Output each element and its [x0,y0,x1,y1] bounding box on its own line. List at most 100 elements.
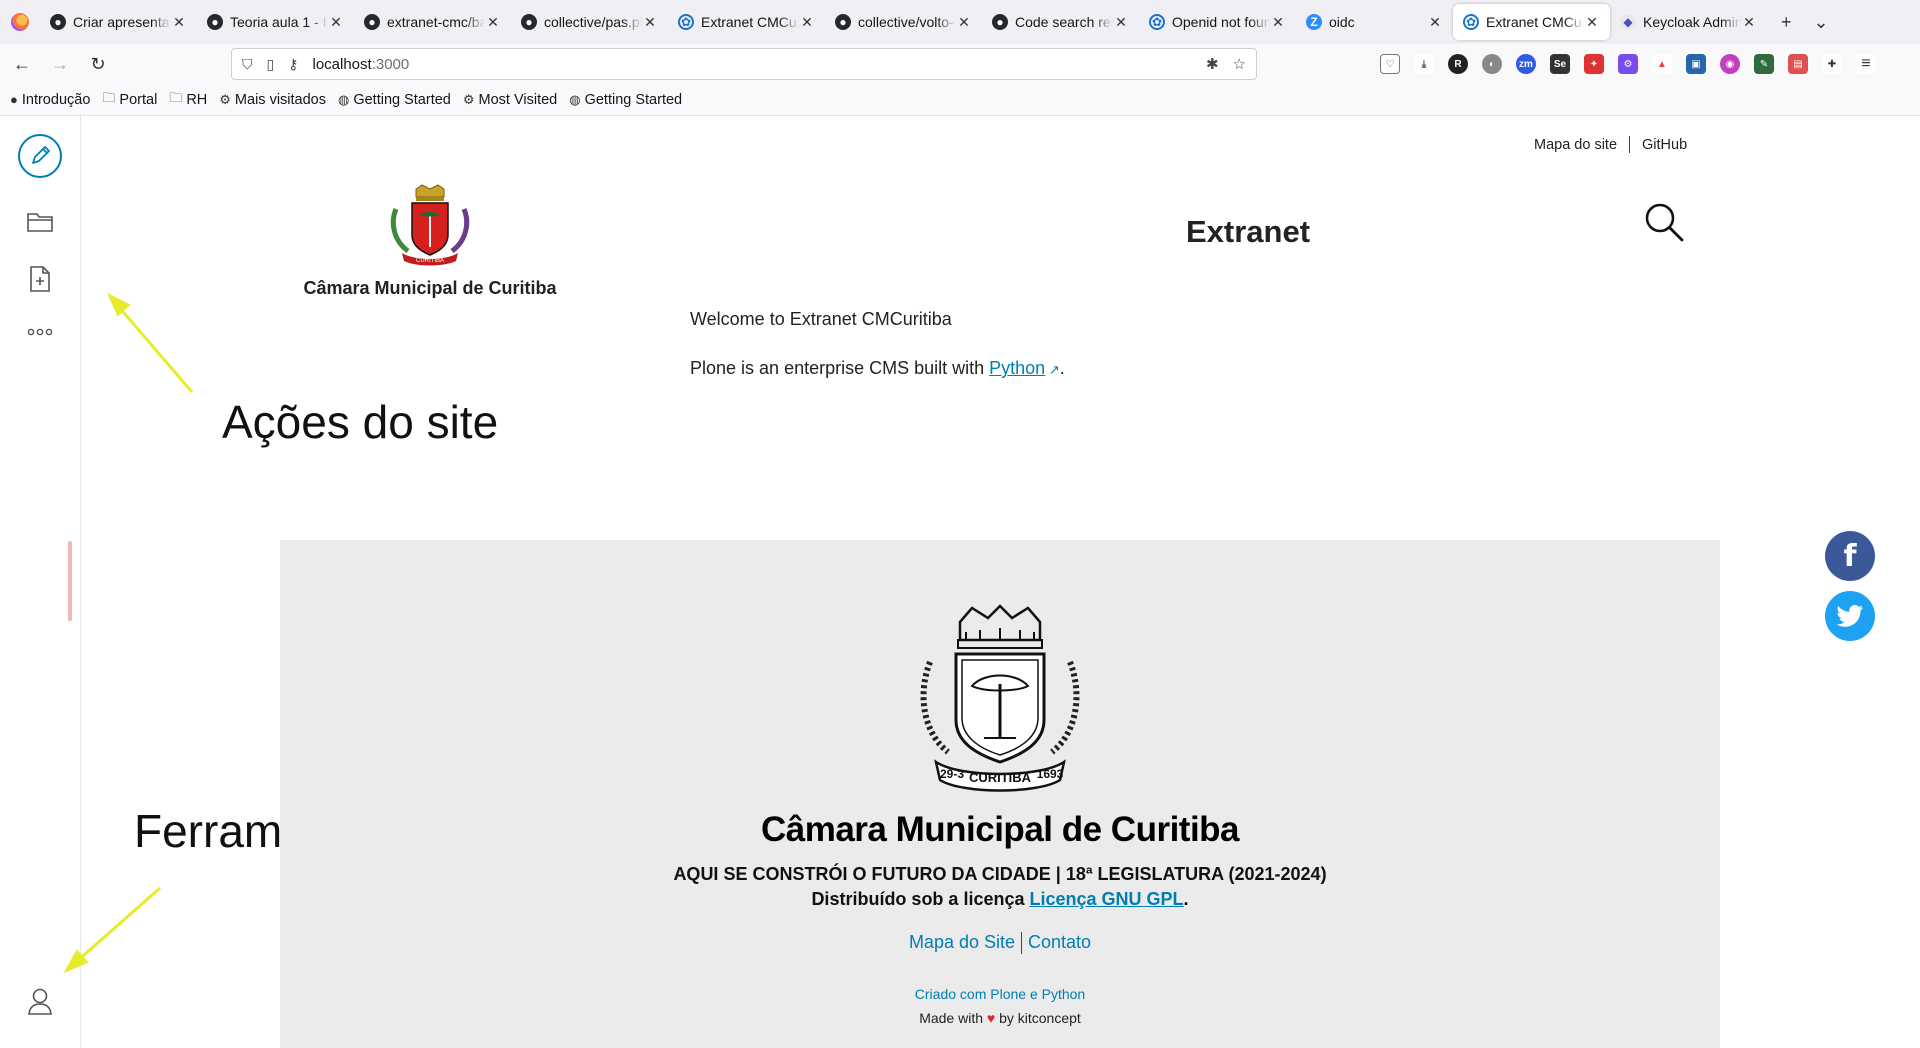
browser-tab[interactable]: ◆ Keycloak Admin ✕ [1610,4,1767,40]
user-icon [28,988,52,1015]
reload-icon[interactable]: ↻ [82,48,114,80]
bookmark-item[interactable]: 🗀 Portal [102,89,157,111]
bookmark-item[interactable]: ⚙ Most Visited [463,92,557,108]
browser-tab[interactable]: ✿ Openid not found ✕ [1139,4,1296,40]
extension-orange-icon[interactable]: ▤ [1788,54,1808,74]
bookmark-item[interactable]: 🗀 RH [169,89,207,111]
bug-icon[interactable]: ✱ [1206,55,1219,73]
close-icon[interactable]: ✕ [171,14,187,31]
site-action-sitemap[interactable]: Mapa do site [1534,137,1617,153]
tab-title: collective/pas.plugins [544,14,642,30]
github-icon: ● [364,14,380,30]
list-tabs-icon[interactable]: ⌄ [1814,12,1829,33]
selenium-icon[interactable]: Se [1550,54,1570,74]
back-icon[interactable]: ← [6,48,38,80]
close-icon[interactable]: ✕ [328,14,344,31]
browser-tab[interactable]: ● extranet-cmc/backend ✕ [354,4,511,40]
folder-icon [27,213,53,232]
github-icon: ● [521,14,537,30]
footer-link-contact[interactable]: Contato [1028,932,1091,952]
twitter-share-button[interactable] [1825,591,1875,641]
browser-tab[interactable]: ● Criar apresentação ✕ [40,4,197,40]
browser-tab[interactable]: ● Teoria aula 1 - Intro ✕ [197,4,354,40]
key-icon[interactable]: ⚷ [288,56,298,73]
extension-purple-icon[interactable]: ⚙ [1618,54,1638,74]
browser-tab[interactable]: ✿ Extranet CMCuritiba ✕ [668,4,825,40]
period: . [1059,358,1065,378]
contents-button[interactable] [18,200,62,244]
bookmark-item[interactable]: ⚙ Mais visitados [219,92,326,108]
tab-title: Criar apresentação [73,14,171,30]
tab-title: Extranet CMCuritiba [701,14,799,30]
extensions-puzzle-icon[interactable]: ✚ [1822,54,1842,74]
shield-icon[interactable]: ⛉ [242,56,253,73]
browser-navbar: ← → ↻ ⛉ ▯ ⚷ localhost:3000 ✱ ☆ ♡ ⤓ R ◐ z… [0,44,1920,84]
extension-fire-icon[interactable]: ▲ [1652,54,1672,74]
extension-red-icon[interactable]: ✦ [1584,54,1604,74]
edit-button[interactable] [18,134,62,178]
bookmark-item[interactable]: ● Introdução [10,92,90,108]
tab-title: collective/volto-auth [858,14,956,30]
divider [1021,932,1023,955]
extension-r-icon[interactable]: R [1448,54,1468,74]
pocket-icon[interactable]: ♡ [1380,54,1400,74]
bookmark-label: Portal [119,91,158,108]
firefox-menu-icon[interactable] [0,0,40,44]
tab-title: oidc [1329,14,1355,30]
license-link[interactable]: Licença GNU GPL [1030,889,1184,909]
made-with-text: Made with [919,1010,987,1026]
license-suffix: . [1183,889,1189,909]
browser-tab-active[interactable]: ✿ Extranet CMCuritiba ✕ [1453,4,1610,40]
close-icon[interactable]: ✕ [1270,14,1286,31]
extension-pink-icon[interactable]: ◉ [1720,54,1740,74]
close-icon[interactable]: ✕ [1427,14,1443,31]
tab-title: Openid not found [1172,14,1270,30]
emblem-ribbon-left: 29-3 [940,767,964,781]
forward-icon[interactable]: → [44,48,76,80]
logo-name: Câmara Municipal de Curitiba [303,278,557,298]
close-icon[interactable]: ✕ [956,14,972,31]
zoom-extension-icon[interactable]: zm [1516,54,1536,74]
python-link[interactable]: Python [989,358,1045,378]
arrow-personal-tools [75,886,161,964]
add-page-icon [30,266,50,292]
site-action-github[interactable]: GitHub [1642,137,1687,153]
new-tab-icon[interactable]: + [1781,12,1792,33]
more-button[interactable] [18,310,62,354]
bookmark-star-icon[interactable]: ☆ [1233,55,1246,73]
footer-slogan: AQUI SE CONSTRÓI O FUTURO DA CIDADE | 18… [673,864,1327,884]
close-icon[interactable]: ✕ [1113,14,1129,31]
close-icon[interactable]: ✕ [642,14,658,31]
page-icon[interactable]: ▯ [267,56,275,73]
arrowhead-site-actions [106,292,131,317]
browser-tab[interactable]: ● collective/volto-auth ✕ [825,4,982,40]
close-icon[interactable]: ✕ [1584,14,1600,31]
menu-icon[interactable]: ≡ [1856,54,1876,74]
download-icon[interactable]: ⤓ [1414,54,1434,74]
plone-icon: ✿ [1463,14,1479,30]
bookmark-item[interactable]: ◍ Getting Started [569,92,682,108]
bookmark-item[interactable]: ◍ Getting Started [338,92,451,108]
facebook-share-button[interactable]: f [1825,531,1875,581]
bookmarks-bar: ● Introdução 🗀 Portal 🗀 RH ⚙ Mais visitados … [0,84,1920,116]
search-icon[interactable] [1643,201,1685,243]
close-icon[interactable]: ✕ [799,14,815,31]
close-icon[interactable]: ✕ [1741,14,1757,31]
browser-tab[interactable]: ● Code search results ✕ [982,4,1139,40]
folder-icon: 🗀 [169,89,183,105]
url-bar[interactable]: ⛉ ▯ ⚷ localhost:3000 ✱ ☆ [231,48,1257,80]
browser-tab[interactable]: ● collective/pas.plugins ✕ [511,4,668,40]
site-logo[interactable]: CURITIBA Câmara Municipal de Curitiba [298,183,562,299]
footer-links: Mapa do Site Contato [280,932,1720,955]
site-title: Extranet [1186,214,1311,249]
footer-link-sitemap[interactable]: Mapa do Site [909,932,1015,952]
personal-tools-button[interactable] [20,982,60,1027]
footer-made-with-plone[interactable]: Criado com Plone e Python [280,986,1720,1002]
extension-blue-icon[interactable]: ▣ [1686,54,1706,74]
plone-icon: ✿ [678,14,694,30]
add-button[interactable] [18,257,62,301]
extension-green-icon[interactable]: ✎ [1754,54,1774,74]
extension-grey-icon[interactable]: ◐ [1482,54,1502,74]
browser-tab[interactable]: Z oidc ✕ [1296,4,1453,40]
close-icon[interactable]: ✕ [485,14,501,31]
